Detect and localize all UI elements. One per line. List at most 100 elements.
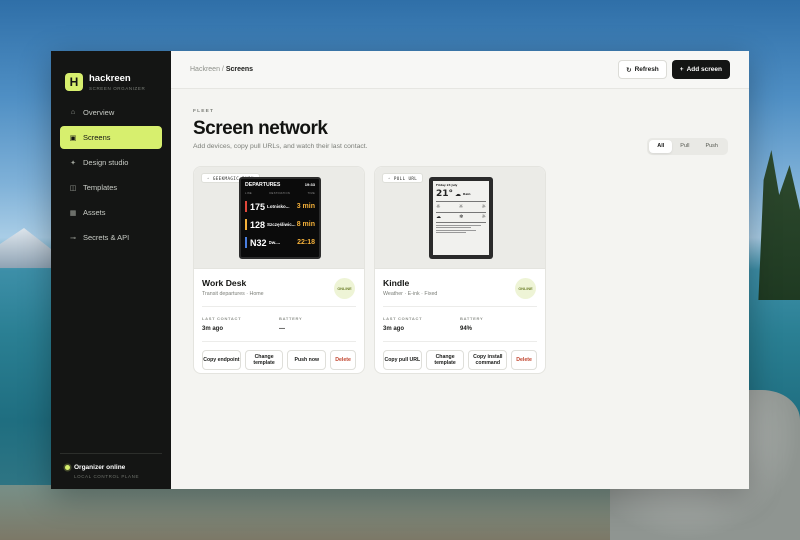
- plus-icon: +: [679, 66, 684, 73]
- brand[interactable]: H hackreen SCREEN ORGANIZER: [51, 51, 171, 99]
- status-subtext: LOCAL CONTROL PLANE: [74, 474, 140, 479]
- key-icon: ⊸: [70, 234, 76, 242]
- add-screen-label: Add screen: [686, 66, 722, 73]
- sun-icon: ☼: [481, 203, 486, 210]
- eink-temperature: 21°: [436, 189, 454, 199]
- refresh-button[interactable]: ↻ Refresh: [618, 60, 667, 79]
- sidebar-item-secrets-api[interactable]: ⊸ Secrets & API: [60, 226, 162, 249]
- destination: Lotnisko...: [267, 204, 290, 209]
- topbar: Hackreen / Screens ↻ Refresh + Add scree…: [171, 51, 749, 89]
- status-text: Organizer online: [74, 464, 126, 471]
- sun-icon: ☼: [458, 203, 464, 210]
- cloud-icon: ☁: [455, 190, 462, 198]
- display-clock: 19:33: [304, 182, 315, 187]
- screen-card-kindle[interactable]: ◦ PULL URL Friday 24 July 21° ☁ Rain ☼ ☼…: [374, 166, 546, 374]
- screen-preview: ◦ PULL URL Friday 24 July 21° ☁ Rain ☼ ☼…: [375, 167, 545, 269]
- copy-install-command-button[interactable]: Copy install command: [468, 350, 508, 370]
- sidebar-item-label: Screens: [83, 133, 111, 142]
- departure-row: 128 Szczęśliwic... 8 min: [245, 218, 315, 231]
- delete-button[interactable]: Delete: [511, 350, 538, 370]
- organizer-status: Organizer online LOCAL CONTROL PLANE: [60, 453, 162, 479]
- screen-card-work-desk[interactable]: ◦ GEEKMAGIC PUSH DEPARTURES 19:33 LINE D…: [193, 166, 365, 374]
- sidebar: H hackreen SCREEN ORGANIZER ⌂ Overview ▣…: [51, 51, 171, 489]
- app-logo: H: [65, 73, 83, 91]
- departure-time: 22:18: [297, 239, 315, 246]
- eink-condition: Rain: [463, 192, 471, 196]
- last-contact-label: LAST CONTACT: [383, 316, 423, 321]
- departure-row: N32 Dw.... 22:18: [245, 236, 315, 249]
- eink-list: [436, 224, 486, 234]
- cloud-icon: ☁: [436, 214, 441, 221]
- device-display: DEPARTURES 19:33 LINE DESTINATION TIME 1…: [239, 177, 321, 259]
- change-template-button[interactable]: Change template: [425, 350, 465, 370]
- departure-time: 3 min: [296, 203, 315, 210]
- last-contact-label: LAST CONTACT: [202, 316, 242, 321]
- breadcrumb: Hackreen / Screens: [190, 66, 253, 73]
- filter-pull[interactable]: Pull: [672, 140, 697, 153]
- last-contact-value: 3m ago: [202, 326, 224, 332]
- device-display: Friday 24 July 21° ☁ Rain ☼ ☼ ☼ ☁ ❄ ☼: [429, 177, 493, 259]
- battery-label: BATTERY: [279, 316, 303, 321]
- line-color-bar: [245, 201, 247, 212]
- template-icon: ◫: [69, 184, 77, 192]
- battery-value: —: [279, 326, 285, 332]
- add-screen-button[interactable]: + Add screen: [671, 60, 730, 79]
- line-color-bar: [245, 237, 247, 248]
- col-line: LINE: [245, 192, 252, 195]
- screen-preview: ◦ GEEKMAGIC PUSH DEPARTURES 19:33 LINE D…: [194, 167, 364, 269]
- sidebar-nav: ⌂ Overview ▣ Screens ✦ Design studio ◫ T…: [51, 101, 171, 249]
- home-icon: ⌂: [70, 109, 76, 116]
- battery-label: BATTERY: [460, 316, 484, 321]
- refresh-icon: ↻: [626, 66, 632, 74]
- status-badge: ONLINE: [515, 278, 536, 299]
- sparkle-icon: ✦: [70, 159, 76, 167]
- col-destination: DESTINATION: [269, 192, 291, 195]
- sidebar-item-label: Design studio: [83, 158, 129, 167]
- sun-icon: ☼: [481, 214, 486, 221]
- departure-time: 8 min: [296, 221, 315, 228]
- screen-cards: ◦ GEEKMAGIC PUSH DEPARTURES 19:33 LINE D…: [193, 166, 727, 374]
- line-color-bar: [245, 219, 247, 230]
- line-number: 175: [250, 201, 266, 212]
- push-now-button[interactable]: Push now: [287, 350, 327, 370]
- refresh-label: Refresh: [634, 66, 659, 73]
- screen-icon: ▣: [69, 134, 77, 142]
- breadcrumb-root[interactable]: Hackreen: [190, 66, 220, 73]
- main-content: Hackreen / Screens ↻ Refresh + Add scree…: [171, 51, 749, 489]
- last-contact-value: 3m ago: [383, 326, 405, 332]
- screen-name: Kindle: [383, 278, 410, 288]
- sidebar-item-screens[interactable]: ▣ Screens: [60, 126, 162, 149]
- screen-description: Weather · E-ink · Fixed: [383, 291, 438, 297]
- sidebar-item-templates[interactable]: ◫ Templates: [60, 176, 162, 199]
- app-name: hackreen: [89, 73, 131, 84]
- filter-push[interactable]: Push: [697, 140, 726, 153]
- app-window: H hackreen SCREEN ORGANIZER ⌂ Overview ▣…: [51, 51, 749, 489]
- sidebar-item-overview[interactable]: ⌂ Overview: [60, 101, 162, 124]
- mode-tag: ◦ PULL URL: [382, 173, 424, 183]
- sun-icon: ☼: [436, 203, 441, 210]
- online-dot-icon: [65, 465, 70, 470]
- snow-icon: ❄: [459, 214, 464, 221]
- filter-all[interactable]: All: [649, 140, 673, 153]
- line-number: N32: [250, 237, 267, 248]
- departure-row: 175 Lotnisko... 3 min: [245, 200, 315, 213]
- delete-button[interactable]: Delete: [330, 350, 357, 370]
- destination: Szczęśliwic...: [267, 222, 296, 227]
- screen-name: Work Desk: [202, 278, 247, 288]
- page-title: Screen network: [193, 118, 328, 139]
- page-eyebrow: FLEET: [193, 109, 215, 114]
- display-title: DEPARTURES: [245, 182, 281, 188]
- change-template-button[interactable]: Change template: [244, 350, 284, 370]
- copy-endpoint-button[interactable]: Copy endpoint: [202, 350, 241, 370]
- sidebar-item-label: Templates: [83, 183, 118, 192]
- line-number: 128: [250, 219, 266, 230]
- filter-segmented-control: All Pull Push: [647, 138, 728, 155]
- sidebar-item-design-studio[interactable]: ✦ Design studio: [60, 151, 162, 174]
- app-subtitle: SCREEN ORGANIZER: [89, 86, 146, 91]
- eink-date: Friday 24 July: [436, 183, 458, 187]
- copy-pull-url-button[interactable]: Copy pull URL: [383, 350, 422, 370]
- sidebar-item-assets[interactable]: ▦ Assets: [60, 201, 162, 224]
- screen-description: Transit departures · Home: [202, 291, 264, 297]
- sidebar-item-label: Overview: [83, 108, 115, 117]
- image-icon: ▦: [69, 209, 77, 217]
